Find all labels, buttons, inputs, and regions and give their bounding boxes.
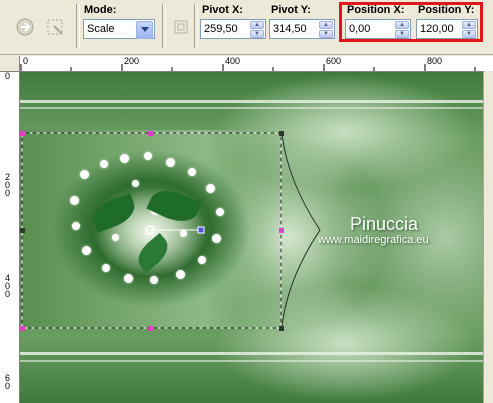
mode-label: Mode: [84,4,117,16]
ruler-tick-label: 600 [326,56,342,66]
pivot-x-input[interactable]: 259,50 ▲ ▼ [200,19,266,39]
pivot-x-label: Pivot X: [202,4,243,16]
spin-up-icon[interactable]: ▲ [319,21,333,29]
ruler-tick-label: 0 [5,71,11,81]
image-canvas[interactable]: Pinuccia www.maidiregrafica.eu [20,72,483,403]
spin-down-icon[interactable]: ▼ [319,30,333,38]
pivot-y-label: Pivot Y: [271,4,311,16]
ruler-tick-label: 6 0 [5,373,11,391]
ruler-tick-label: 400 [225,56,241,66]
chevron-down-icon[interactable] [136,21,153,39]
pivot-y-input[interactable]: 314,50 ▲ ▼ [269,19,335,39]
horizontal-ruler: 0 200 400 600 800 [19,56,493,72]
pivot-x-value: 259,50 [204,23,238,35]
spin-up-icon[interactable]: ▲ [250,21,264,29]
pick-tool-icon[interactable] [42,14,68,40]
position-highlight-box [339,2,483,42]
ruler-tick-label: 4 0 0 [5,273,11,299]
ruler-tick-label: 200 [124,56,140,66]
ruler-tick-label: 800 [427,56,443,66]
tool-options-toolbar: Mode: Scale Pivot X: 259,50 ▲ ▼ Pivot Y: … [0,0,493,55]
ruler-tick-label: 2 0 0 [5,172,11,198]
spin-down-icon[interactable]: ▼ [250,30,264,38]
vertical-ruler: 0 2 0 0 4 0 0 6 0 [0,56,20,403]
mode-select[interactable]: Scale [83,19,155,39]
ruler-tick-label: 0 [23,56,29,66]
ruler-corner [0,56,20,72]
mode-value: Scale [87,23,115,35]
pivot-y-value: 314,50 [273,23,307,35]
perspective-icon[interactable] [168,14,194,40]
reset-icon[interactable] [12,14,38,40]
vertical-scrollbar[interactable] [483,71,493,403]
deform-selection-box[interactable] [20,72,483,403]
